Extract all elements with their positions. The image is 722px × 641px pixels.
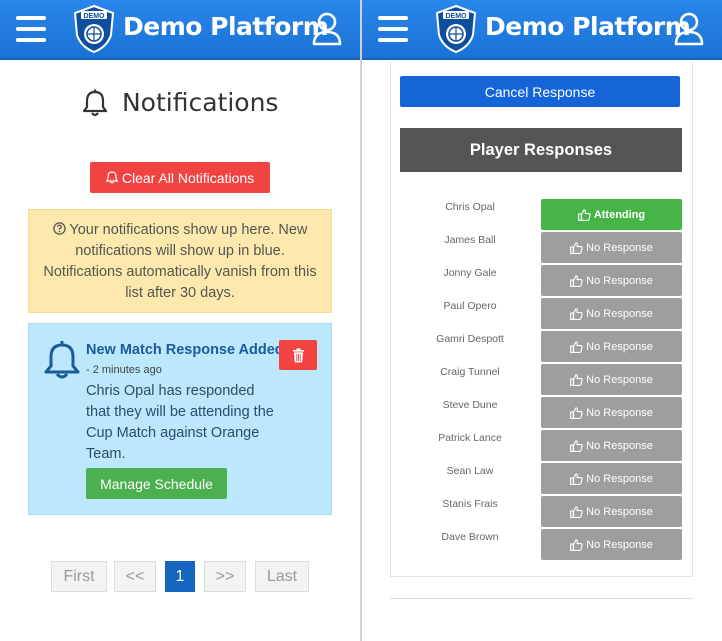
player-row: Stanis Frais No Response — [400, 496, 682, 527]
pagination: First << 1 >> Last — [0, 561, 360, 593]
page-next-button[interactable]: >> — [204, 561, 246, 592]
player-row: Gamri Despott No Response — [400, 331, 682, 362]
player-name: Patrick Lance — [438, 432, 502, 444]
bell-icon — [44, 341, 80, 379]
thumbs-up-icon — [570, 439, 583, 452]
bell-icon — [82, 89, 107, 116]
player-name: Sean Law — [446, 465, 494, 477]
player-row: Jonny Gale No Response — [400, 265, 682, 296]
thumbs-up-icon — [570, 472, 583, 485]
no-response-status-button[interactable]: No Response — [541, 397, 682, 428]
thumbs-up-icon — [570, 241, 583, 254]
no-response-status-button[interactable]: No Response — [541, 331, 682, 362]
menu-icon[interactable] — [378, 16, 408, 42]
thumbs-up-icon — [570, 373, 583, 386]
thumbs-up-icon — [570, 505, 583, 518]
status-label: No Response — [586, 439, 653, 452]
page-title: Notifications — [121, 88, 279, 117]
player-name: Jonny Gale — [443, 267, 497, 279]
logo-text: DEMO — [446, 13, 468, 20]
app-header: DEMO Demo Platform — [0, 0, 360, 60]
thumbs-up-icon — [570, 274, 583, 287]
clear-all-notifications-button[interactable]: Clear All Notifications — [90, 162, 270, 193]
status-label: No Response — [586, 406, 653, 419]
info-text: Your notifications show up here. New not… — [43, 222, 317, 301]
no-response-status-button[interactable]: No Response — [541, 430, 682, 461]
player-row: Sean Law No Response — [400, 463, 682, 494]
no-response-status-button[interactable]: No Response — [541, 463, 682, 494]
question-circle-icon — [52, 222, 66, 235]
status-label: No Response — [586, 472, 653, 485]
page-current-button[interactable]: 1 — [165, 561, 195, 592]
status-label: No Response — [586, 340, 653, 353]
manage-schedule-button[interactable]: Manage Schedule — [86, 468, 227, 499]
player-name: Steve Dune — [442, 399, 498, 411]
no-response-status-button[interactable]: No Response — [541, 298, 682, 329]
player-responses-header: Player Responses — [400, 128, 682, 172]
status-label: No Response — [586, 538, 653, 551]
player-row: Steve Dune No Response — [400, 397, 682, 428]
no-response-status-button[interactable]: No Response — [541, 364, 682, 395]
status-label: No Response — [586, 373, 653, 386]
menu-icon[interactable] — [16, 16, 46, 42]
no-response-status-button[interactable]: No Response — [541, 529, 682, 560]
thumbs-up-icon — [570, 406, 583, 419]
brand-name: Demo Platform — [123, 12, 329, 41]
clear-all-label: Clear All Notifications — [121, 169, 255, 186]
user-profile-icon[interactable] — [312, 12, 342, 46]
player-name: Paul Opero — [443, 300, 497, 312]
attending-status-button[interactable]: Attending — [541, 199, 682, 230]
bell-slash-icon — [105, 171, 118, 184]
notification-body: Chris Opal has responded that they will … — [86, 383, 274, 462]
player-row: Craig Tunnel No Response — [400, 364, 682, 395]
page-prev-button[interactable]: << — [114, 561, 156, 592]
player-name: Stanis Frais — [442, 498, 498, 510]
status-label: No Response — [586, 274, 653, 287]
status-label: Attending — [593, 208, 646, 221]
page-first-button[interactable]: First — [51, 561, 107, 592]
cancel-response-button[interactable]: Cancel Response — [400, 76, 680, 107]
notification-title: New Match Response Added — [86, 342, 284, 358]
no-response-status-button[interactable]: No Response — [541, 232, 682, 263]
no-response-status-button[interactable]: No Response — [541, 265, 682, 296]
logo-shield-icon: DEMO — [73, 5, 115, 53]
responses-screen: DEMO Demo Platform Cancel Response Playe… — [362, 0, 722, 641]
bottom-divider — [390, 598, 693, 599]
notification-card: New Match Response Added - 2 minutes ago… — [28, 323, 332, 515]
logo-text: DEMO — [84, 13, 106, 20]
player-row: Paul Opero No Response — [400, 298, 682, 329]
trash-icon — [292, 347, 304, 362]
player-row: Dave Brown No Response — [400, 529, 682, 560]
thumbs-up-icon — [570, 538, 583, 551]
thumbs-up-icon — [570, 340, 583, 353]
notification-time: - 2 minutes ago — [86, 364, 162, 376]
player-name: Dave Brown — [441, 531, 499, 543]
player-name: Chris Opal — [445, 201, 495, 213]
thumbs-up-icon — [577, 208, 591, 221]
user-profile-icon[interactable] — [674, 12, 704, 46]
brand-name: Demo Platform — [485, 12, 691, 41]
player-row: James Ball No Response — [400, 232, 682, 263]
player-name: Gamri Despott — [436, 333, 504, 345]
logo-shield-icon: DEMO — [435, 5, 477, 53]
thumbs-up-icon — [570, 307, 583, 320]
page-last-button[interactable]: Last — [255, 561, 309, 592]
player-row: Patrick Lance No Response — [400, 430, 682, 461]
player-name: Craig Tunnel — [440, 366, 500, 378]
no-response-status-button[interactable]: No Response — [541, 496, 682, 527]
status-label: No Response — [586, 307, 653, 320]
status-label: No Response — [586, 241, 653, 254]
notifications-screen: DEMO Demo Platform Notifications Clear A… — [0, 0, 360, 641]
player-row: Chris Opal Attending — [400, 199, 682, 230]
page-title-row: Notifications — [0, 88, 360, 117]
delete-notification-button[interactable] — [279, 340, 317, 370]
info-alert: Your notifications show up here. New not… — [28, 209, 332, 313]
player-name: James Ball — [444, 234, 496, 246]
status-label: No Response — [586, 505, 653, 518]
app-header: DEMO Demo Platform — [362, 0, 722, 60]
